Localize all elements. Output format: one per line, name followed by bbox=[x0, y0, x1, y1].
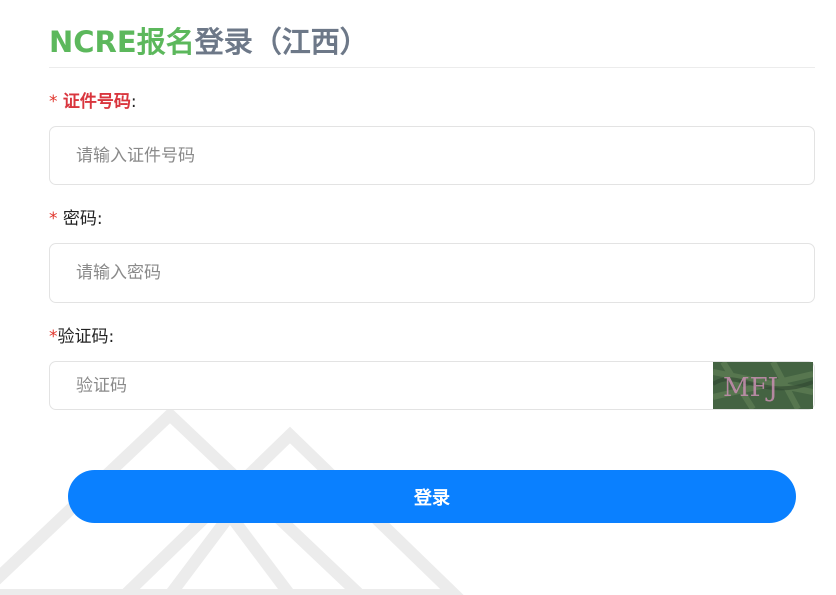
label-colon: : bbox=[130, 92, 137, 112]
required-mark: * bbox=[49, 209, 58, 229]
password-label-text: 密码 bbox=[62, 209, 97, 229]
id-number-input[interactable] bbox=[50, 127, 814, 184]
title-highlight: 报名 bbox=[136, 25, 195, 59]
title-brand: NCRE bbox=[49, 25, 137, 59]
title-divider bbox=[49, 67, 815, 68]
captcha-input[interactable] bbox=[50, 362, 700, 409]
required-mark: * bbox=[49, 92, 58, 112]
captcha-label: *验证码: bbox=[49, 326, 114, 348]
password-field[interactable] bbox=[49, 243, 815, 303]
id-number-label-text: 证件号码 bbox=[62, 92, 131, 112]
captcha-field[interactable]: MFJ bbox=[49, 361, 815, 410]
captcha-image[interactable]: MFJ bbox=[713, 362, 813, 409]
label-colon: : bbox=[108, 327, 115, 347]
password-input[interactable] bbox=[50, 244, 814, 302]
captcha-label-text: 验证码 bbox=[57, 327, 109, 347]
id-number-label: * 证件号码: bbox=[49, 91, 137, 113]
required-mark: * bbox=[49, 327, 58, 347]
label-colon: : bbox=[96, 209, 103, 229]
login-button[interactable]: 登录 bbox=[68, 470, 796, 523]
title-rest: 登录（江西） bbox=[194, 25, 369, 59]
page-title: NCRE报名登录（江西） bbox=[49, 22, 369, 62]
password-label: * 密码: bbox=[49, 208, 103, 230]
captcha-text: MFJ bbox=[723, 373, 778, 403]
id-number-field[interactable] bbox=[49, 126, 815, 185]
